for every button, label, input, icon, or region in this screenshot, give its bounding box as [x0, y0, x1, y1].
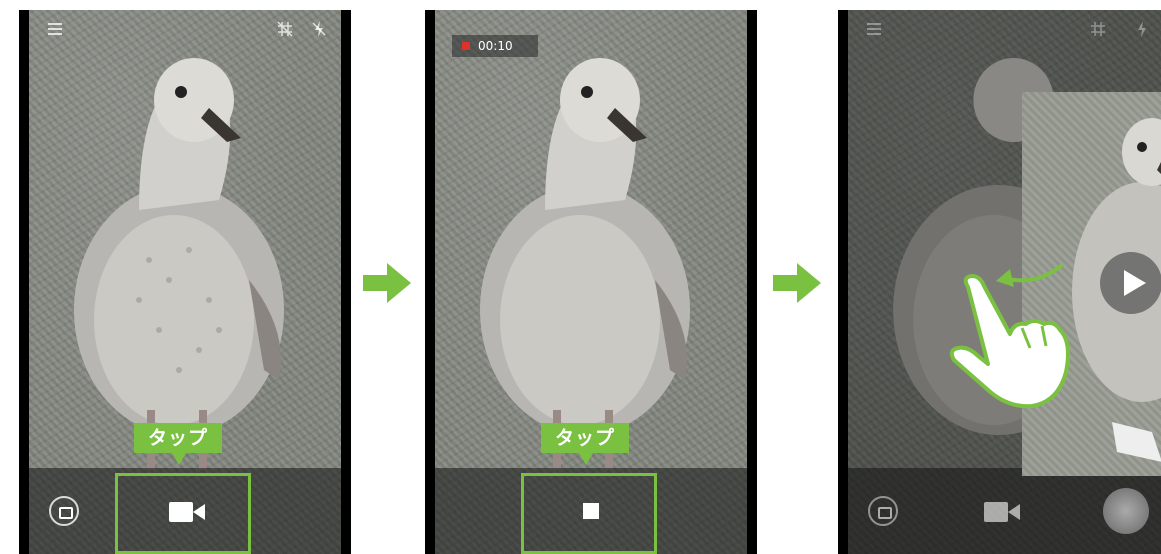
menu-icon[interactable] [45, 19, 65, 39]
tap-label: タップ [541, 423, 629, 465]
switch-camera-icon[interactable] [868, 496, 898, 526]
grid-off-icon[interactable] [275, 19, 295, 39]
flash-off-icon[interactable] [1132, 19, 1152, 39]
grid-off-icon[interactable] [1088, 19, 1108, 39]
tap-label: タップ [134, 423, 222, 465]
camera-top-bar [29, 10, 341, 48]
flash-off-icon[interactable] [309, 19, 329, 39]
gallery-thumbnail[interactable] [1103, 488, 1149, 534]
recording-timer: 00:10 [452, 35, 538, 57]
switch-camera-icon[interactable] [49, 496, 79, 526]
timer-text: 00:10 [478, 39, 513, 53]
stop-button-highlight [521, 473, 657, 554]
video-icon[interactable] [984, 500, 1022, 528]
record-button-highlight [115, 473, 251, 554]
camera-viewfinder-preview [848, 10, 1161, 554]
camera-top-bar [848, 10, 1161, 48]
menu-icon[interactable] [864, 19, 884, 39]
phone-step-3 [838, 10, 1161, 554]
next-step-arrow-icon [773, 263, 821, 303]
next-step-arrow-icon [363, 263, 411, 303]
swipe-hand-icon [949, 274, 1070, 409]
play-icon[interactable] [1100, 252, 1161, 314]
camera-bottom-bar [848, 468, 1161, 554]
record-dot-icon [462, 42, 470, 50]
